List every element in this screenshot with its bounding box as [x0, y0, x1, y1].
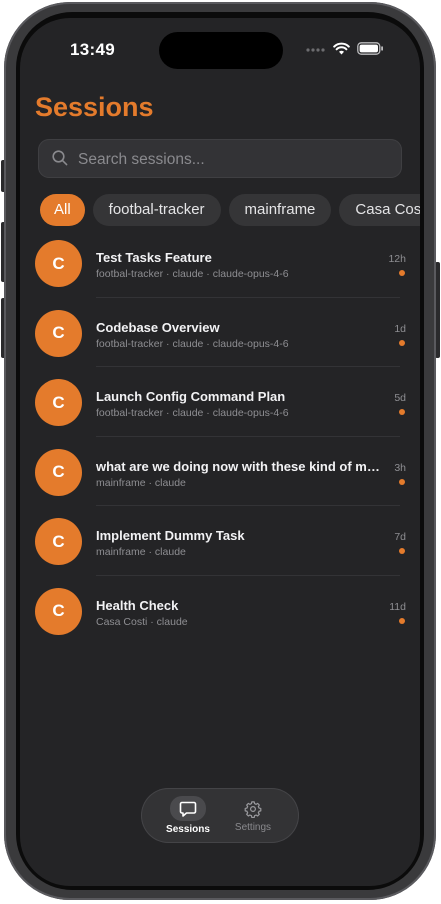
session-title: Launch Config Command Plan — [96, 389, 286, 404]
session-title: Health Check — [96, 597, 179, 613]
session-subtitle: mainframe · claude — [96, 546, 186, 558]
unread-dot — [399, 339, 405, 346]
avatar: C — [35, 379, 82, 426]
gear-icon — [244, 801, 262, 818]
session-subtitle: Casa Costi · claude — [96, 615, 188, 628]
tab-settings[interactable]: Settings — [218, 788, 288, 843]
session-title: what are we doing now with these kind of… — [96, 458, 384, 474]
cellular-signal-icon — [306, 47, 325, 52]
avatar: C — [35, 240, 82, 287]
avatar: C — [35, 309, 82, 357]
session-time: 12h — [388, 253, 406, 265]
session-row[interactable]: C Launch Config Command Plan footbal-tra… — [20, 367, 420, 437]
tab-bar: Sessions Settings — [141, 788, 299, 843]
search-icon — [52, 150, 68, 166]
unread-dot — [399, 548, 405, 554]
session-row[interactable]: C Codebase Overview footbal-tracker · cl… — [20, 298, 420, 367]
session-subtitle: footbal-tracker · claude · claude-opus-4… — [96, 337, 289, 350]
unread-dot — [399, 478, 405, 485]
session-list: C Test Tasks Feature footbal-tracker · c… — [20, 228, 420, 645]
search-input[interactable] — [76, 139, 390, 180]
chat-bubble-icon — [179, 801, 197, 817]
session-title: Codebase Overview — [96, 319, 220, 335]
session-subtitle: footbal-tracker · claude · claude-opus-4… — [96, 268, 289, 280]
filter-chip-all[interactable]: All — [40, 194, 85, 226]
tab-sessions[interactable]: Sessions — [153, 788, 223, 843]
session-row[interactable]: C Health Check Casa Costi · claude 11d — [20, 576, 420, 646]
status-icons — [306, 42, 384, 55]
session-title: Test Tasks Feature — [96, 250, 212, 265]
session-subtitle: mainframe · claude — [96, 476, 186, 489]
filter-chip-casa-costi[interactable]: Casa Costi — [339, 194, 420, 226]
search-bar[interactable] — [38, 139, 402, 180]
session-row[interactable]: C Test Tasks Feature footbal-tracker · c… — [20, 228, 420, 298]
session-time: 3h — [394, 461, 406, 474]
filter-chip-footbal-tracker[interactable]: footbal-tracker — [92, 194, 221, 226]
app-screen: 13:49 Sessions All footbal-tracker mainf… — [20, 18, 420, 886]
session-subtitle: footbal-tracker · claude · claude-opus-4… — [96, 407, 289, 419]
status-time: 13:49 — [70, 40, 115, 59]
session-row[interactable]: C Implement Dummy Task mainframe · claud… — [20, 506, 420, 576]
page-title: Sessions — [35, 92, 154, 122]
avatar: C — [35, 587, 82, 635]
wifi-icon — [333, 42, 350, 55]
battery-icon — [357, 42, 383, 55]
tab-sessions-highlight — [170, 796, 206, 821]
session-time: 5d — [394, 392, 406, 404]
avatar: C — [35, 518, 82, 565]
filter-chip-mainframe[interactable]: mainframe — [228, 194, 332, 226]
unread-dot — [399, 409, 405, 415]
filter-chips: All footbal-tracker mainframe Casa Costi — [40, 194, 420, 226]
session-title: Implement Dummy Task — [96, 528, 245, 543]
session-row[interactable]: C what are we doing now with these kind … — [20, 437, 420, 506]
session-time: 11d — [389, 600, 406, 613]
avatar: C — [35, 448, 82, 496]
tab-sessions-label: Sessions — [166, 824, 210, 835]
tab-settings-label: Settings — [234, 822, 272, 833]
dynamic-island — [159, 32, 283, 69]
unread-dot — [399, 270, 405, 276]
unread-dot — [399, 617, 405, 624]
session-time: 1d — [394, 322, 406, 335]
session-time: 7d — [394, 531, 406, 543]
